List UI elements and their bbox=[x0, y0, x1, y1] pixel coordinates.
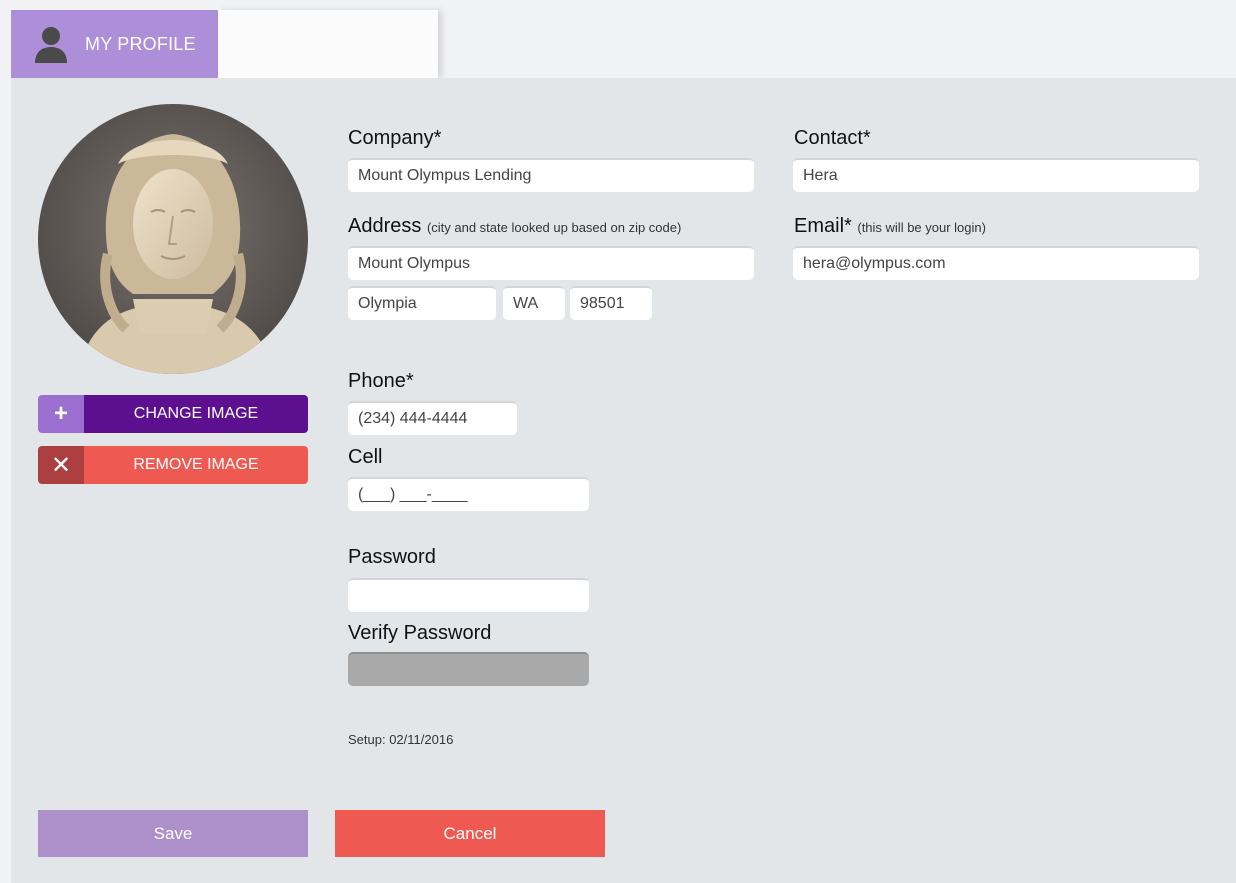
address-hint: (city and state looked up based on zip c… bbox=[426, 220, 682, 235]
x-icon: ✕ bbox=[38, 446, 84, 484]
address-zip-field[interactable]: 98501 bbox=[570, 286, 652, 320]
phone-field[interactable]: (234) 444-4444 bbox=[348, 401, 517, 435]
save-button[interactable]: Save bbox=[38, 810, 308, 857]
profile-portrait-image bbox=[38, 104, 308, 374]
cell-field[interactable]: (___) ___-____ bbox=[348, 477, 589, 511]
password-label: Password bbox=[348, 546, 436, 568]
tab-empty bbox=[218, 10, 438, 78]
avatar bbox=[38, 104, 308, 374]
email-label-wrap: Email* (this will be your login) bbox=[794, 215, 986, 238]
password-field[interactable] bbox=[348, 578, 589, 612]
remove-image-button[interactable]: ✕ REMOVE IMAGE bbox=[38, 446, 308, 484]
setup-date: Setup: 02/11/2016 bbox=[348, 732, 454, 747]
company-field[interactable]: Mount Olympus Lending bbox=[348, 158, 754, 192]
verify-password-label: Verify Password bbox=[348, 622, 492, 644]
email-hint: (this will be your login) bbox=[857, 220, 986, 235]
cell-label: Cell bbox=[348, 446, 383, 468]
change-image-button[interactable]: + CHANGE IMAGE bbox=[38, 395, 308, 433]
contact-field[interactable]: Hera bbox=[793, 158, 1199, 192]
address-street-field[interactable]: Mount Olympus bbox=[348, 246, 754, 280]
remove-image-label: REMOVE IMAGE bbox=[84, 446, 308, 484]
email-field[interactable]: hera@olympus.com bbox=[793, 246, 1199, 280]
change-image-label: CHANGE IMAGE bbox=[84, 395, 308, 433]
cancel-button[interactable]: Cancel bbox=[335, 810, 605, 857]
address-state-field[interactable]: WA bbox=[503, 286, 565, 320]
tab-bar: MY PROFILE bbox=[0, 0, 1236, 78]
tab-my-profile[interactable]: MY PROFILE bbox=[11, 10, 218, 78]
tab-my-profile-label: MY PROFILE bbox=[85, 34, 196, 54]
phone-label: Phone* bbox=[348, 370, 414, 392]
address-city-field[interactable]: Olympia bbox=[348, 286, 496, 320]
plus-icon: + bbox=[38, 395, 84, 433]
contact-label: Contact* bbox=[794, 127, 871, 149]
user-icon bbox=[35, 27, 67, 63]
address-label: Address bbox=[348, 215, 422, 237]
email-label: Email* bbox=[794, 215, 852, 237]
address-label-wrap: Address (city and state looked up based … bbox=[348, 215, 681, 238]
company-label: Company* bbox=[348, 127, 442, 149]
verify-password-field[interactable] bbox=[348, 652, 589, 686]
